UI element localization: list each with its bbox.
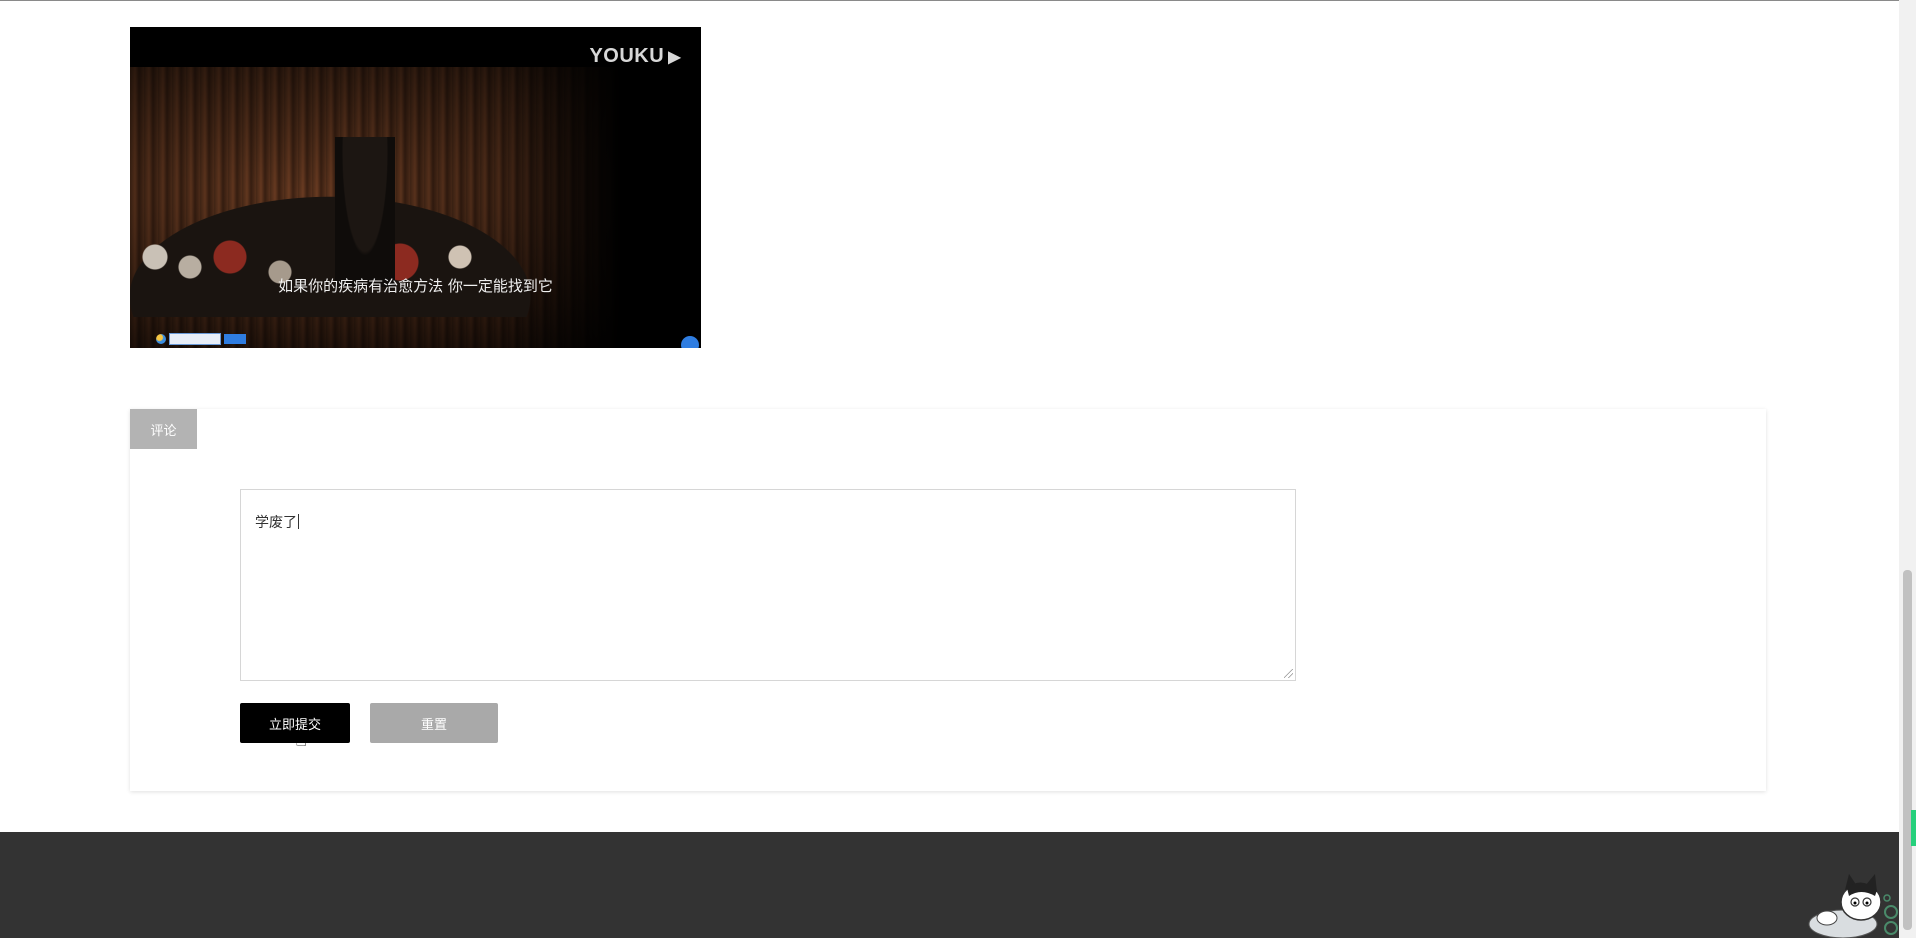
scroll-indicator	[1911, 810, 1916, 846]
comment-textarea[interactable]: 学废了	[240, 489, 1296, 681]
hand-cursor-icon: ☝	[295, 727, 308, 751]
video-ad-bar[interactable]	[156, 332, 246, 346]
top-divider	[0, 0, 1899, 1]
video-brand: YOUKU	[589, 45, 665, 67]
page-footer	[0, 832, 1899, 938]
cat-mascot-icon[interactable]	[1803, 866, 1899, 938]
resize-handle-icon[interactable]	[1284, 669, 1293, 678]
ad-search-button[interactable]	[224, 334, 246, 344]
scrollbar-thumb[interactable]	[1903, 570, 1912, 930]
tab-comment[interactable]: 评论	[130, 409, 197, 449]
comment-card: 评论 *评论 学废了 立即提交 重置	[130, 409, 1766, 791]
youku-logo-icon: YOUKU ▶	[589, 45, 681, 67]
comment-text: 学废了	[255, 515, 297, 531]
reset-button[interactable]: 重置	[370, 703, 498, 743]
video-person	[335, 137, 395, 287]
text-caret	[298, 514, 299, 529]
vertical-scrollbar[interactable]	[1899, 0, 1916, 938]
ad-search-box[interactable]	[169, 333, 221, 345]
video-subtitle: 如果你的疾病有治愈方法 你一定能找到它	[278, 277, 553, 295]
ad-logo-icon	[156, 334, 166, 344]
video-corner-icon[interactable]	[681, 336, 699, 348]
video-player[interactable]: YOUKU ▶ 如果你的疾病有治愈方法 你一定能找到它	[130, 27, 701, 348]
